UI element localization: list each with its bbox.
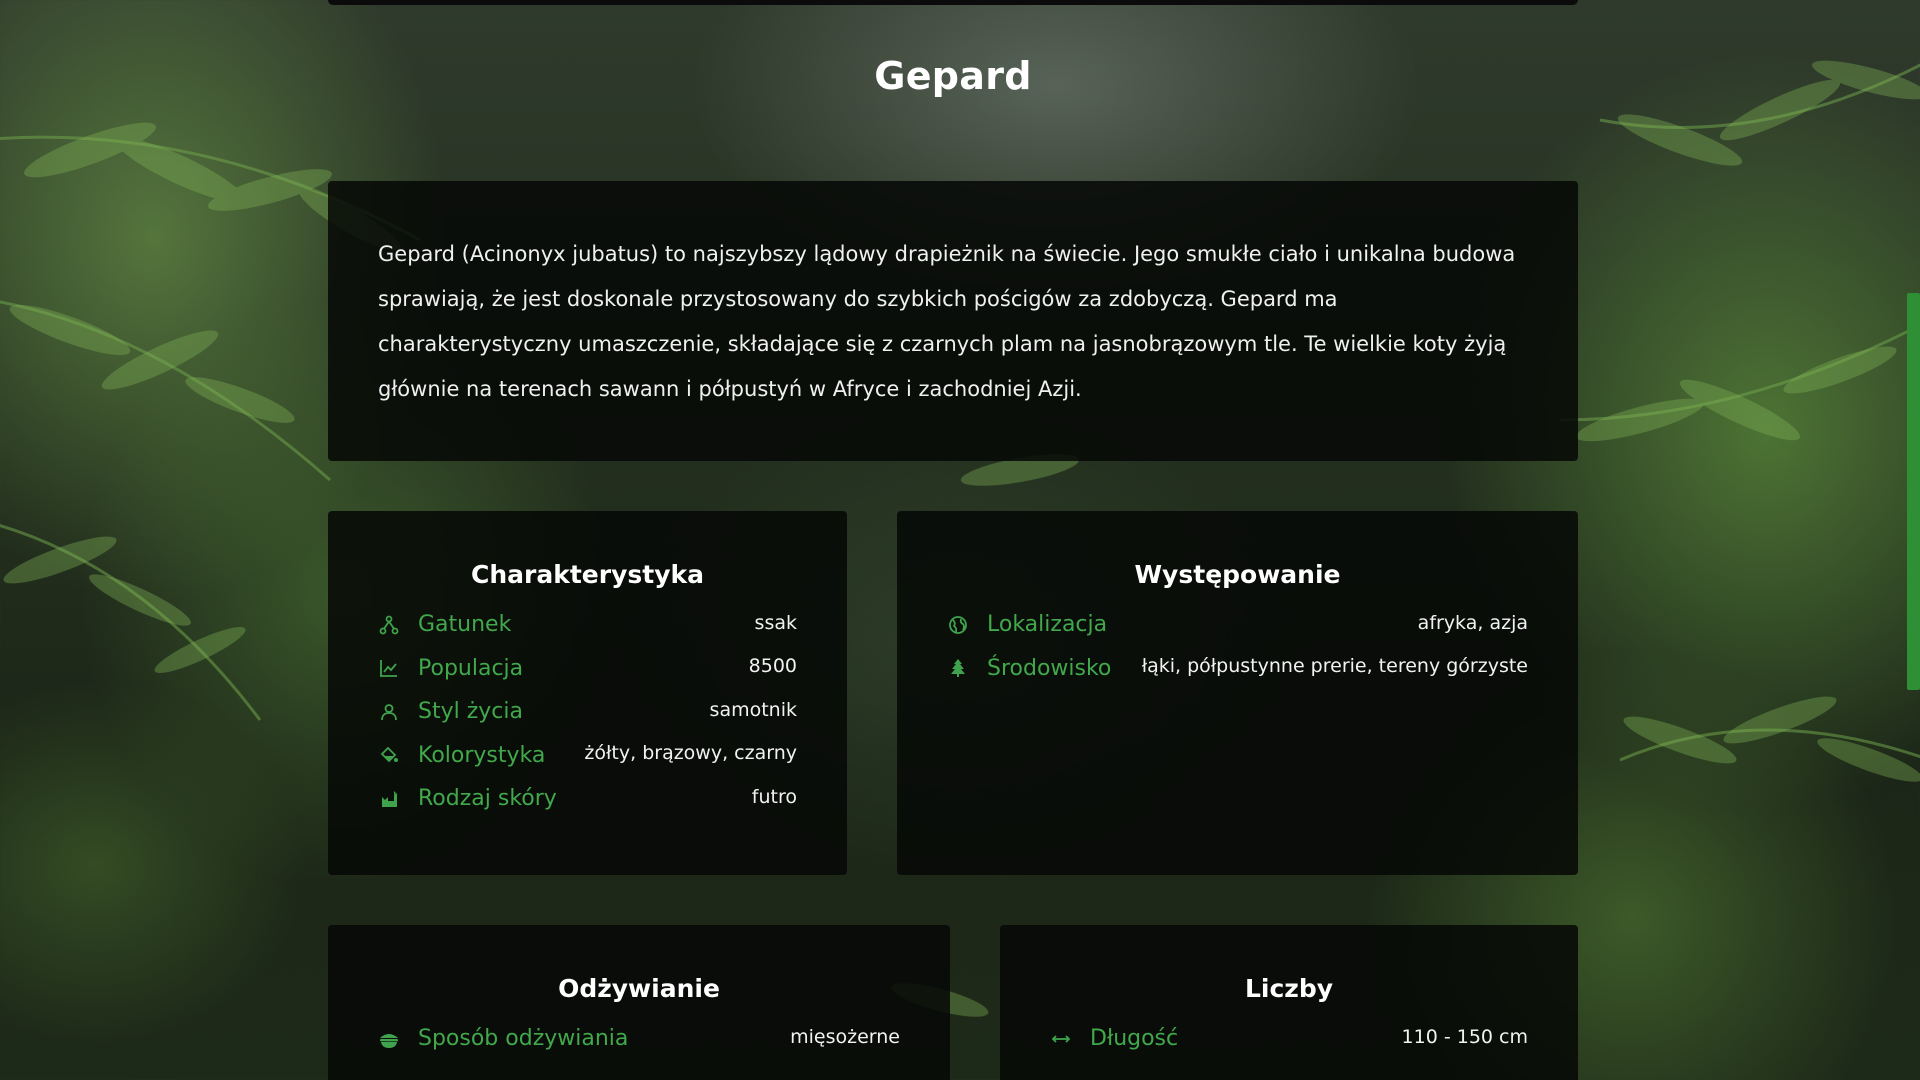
user-icon xyxy=(378,701,400,723)
description-text: Gepard (Acinonyx jubatus) to najszybszy … xyxy=(378,242,1516,401)
top-navigation-bar xyxy=(328,0,1578,5)
cat-icon xyxy=(378,788,400,810)
characteristics-card: Charakterystyka Gatunek ssak Populacja 8… xyxy=(328,511,847,875)
characteristic-value: futro xyxy=(751,785,797,808)
scrollbar-thumb[interactable] xyxy=(1907,293,1920,690)
characteristic-row-skin: Rodzaj skóry futro xyxy=(328,777,847,821)
characteristic-row-population: Populacja 8500 xyxy=(328,647,847,691)
bowl-icon xyxy=(378,1028,400,1050)
scrollbar[interactable] xyxy=(1907,0,1920,1080)
characteristic-value: ssak xyxy=(754,611,797,634)
characteristic-value: samotnik xyxy=(709,698,797,721)
tree-icon xyxy=(947,657,969,679)
characteristic-value: 8500 xyxy=(748,655,797,678)
numbers-row-length: Długość 110 - 150 cm xyxy=(1000,1017,1578,1061)
occurrence-value: łąki, półpustynne prerie, tereny górzyst… xyxy=(1141,655,1528,678)
characteristics-title: Charakterystyka xyxy=(471,560,704,589)
occurrence-title: Występowanie xyxy=(1134,560,1341,589)
characteristic-row-coloring: Kolorystyka żółty, brązowy, czarny xyxy=(328,734,847,778)
characteristic-row-species: Gatunek ssak xyxy=(328,603,847,647)
characteristic-row-lifestyle: Styl życia samotnik xyxy=(328,690,847,734)
numbers-title: Liczby xyxy=(1244,974,1334,1003)
occurrence-label: Środowisko xyxy=(987,655,1112,681)
numbers-card: Liczby Długość 110 - 150 cm xyxy=(1000,925,1578,1080)
occurrence-card: Występowanie Lokalizacja afryka, azja Śr… xyxy=(897,511,1578,875)
numbers-value: 110 - 150 cm xyxy=(1401,1025,1528,1048)
numbers-label: Długość xyxy=(1090,1026,1179,1052)
characteristic-label: Kolorystyka xyxy=(418,742,546,768)
characteristic-label: Rodzaj skóry xyxy=(418,786,557,812)
occurrence-label: Lokalizacja xyxy=(987,612,1108,638)
species-icon xyxy=(378,614,400,636)
nutrition-label: Sposób odżywiania xyxy=(418,1026,629,1052)
characteristic-value: żółty, brązowy, czarny xyxy=(584,742,797,765)
description-card: Gepard (Acinonyx jubatus) to najszybszy … xyxy=(328,181,1578,461)
characteristic-label: Populacja xyxy=(418,655,524,681)
nutrition-card: Odżywianie Sposób odżywiania mięsożerne xyxy=(328,925,950,1080)
chart-line-icon xyxy=(378,657,400,679)
occurrence-row-environment: Środowisko łąki, półpustynne prerie, ter… xyxy=(897,647,1578,691)
occurrence-value: afryka, azja xyxy=(1417,611,1528,634)
globe-icon xyxy=(947,614,969,636)
characteristic-label: Styl życia xyxy=(418,699,523,725)
nutrition-value: mięsożerne xyxy=(790,1025,900,1048)
nutrition-row-diet: Sposób odżywiania mięsożerne xyxy=(328,1017,950,1061)
nutrition-title: Odżywianie xyxy=(558,974,720,1003)
page-title: Gepard xyxy=(874,54,1032,98)
characteristic-label: Gatunek xyxy=(418,612,512,638)
arrows-horizontal-icon xyxy=(1050,1028,1072,1050)
paint-bucket-icon xyxy=(378,744,400,766)
occurrence-row-location: Lokalizacja afryka, azja xyxy=(897,603,1578,647)
